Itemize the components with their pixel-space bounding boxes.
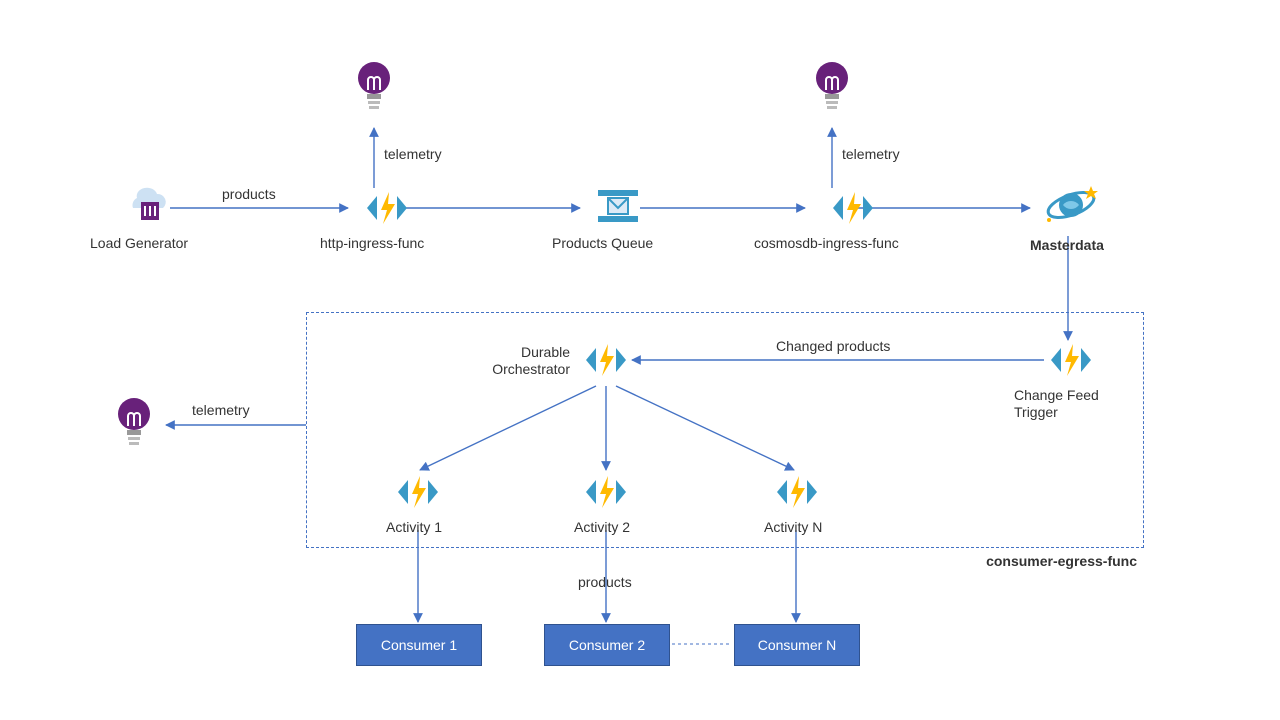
storage-queue-icon <box>594 184 642 228</box>
consumer-1-box: Consumer 1 <box>356 624 482 666</box>
cosmos-ingress-func-label: cosmosdb-ingress-func <box>754 235 899 251</box>
edge-label-changed-products: Changed products <box>776 338 890 354</box>
http-ingress-func-node: http-ingress-func <box>350 188 424 251</box>
consumer-n-box: Consumer N <box>734 624 860 666</box>
load-generator-node: Load Generator <box>110 180 188 251</box>
consumer-1-label: Consumer 1 <box>381 637 457 653</box>
azure-function-icon <box>582 472 630 512</box>
activity-n-label: Activity N <box>764 519 822 535</box>
edge-label-telemetry-left: telemetry <box>192 402 250 418</box>
consumer-2-box: Consumer 2 <box>544 624 670 666</box>
azure-function-icon <box>363 188 411 228</box>
activity-1-node: Activity 1 <box>394 472 442 535</box>
azure-function-icon <box>394 472 442 512</box>
edge-label-products-top: products <box>222 186 276 202</box>
azure-function-icon <box>582 340 630 380</box>
durable-orchestrator-node <box>582 340 630 383</box>
insights-bulb-icon <box>352 60 396 123</box>
activity-2-node: Activity 2 <box>582 472 630 535</box>
load-generator-label: Load Generator <box>90 235 188 251</box>
masterdata-label: Masterdata <box>1030 237 1104 253</box>
products-queue-label: Products Queue <box>552 235 653 251</box>
cosmos-ingress-func-node: cosmosdb-ingress-func <box>808 188 899 251</box>
edge-label-products-bottom: products <box>578 574 632 590</box>
change-feed-trigger-node: Change Feed Trigger <box>1044 340 1099 421</box>
edge-label-telemetry-http: telemetry <box>384 146 442 162</box>
activity-2-label: Activity 2 <box>574 519 630 535</box>
consumer-2-label: Consumer 2 <box>569 637 645 653</box>
durable-orchestrator-label-wrap: Durable Orchestrator <box>460 340 570 378</box>
activity-1-label: Activity 1 <box>386 519 442 535</box>
edge-label-telemetry-cosmos: telemetry <box>842 146 900 162</box>
activity-n-node: Activity N <box>772 472 822 535</box>
azure-function-icon <box>829 188 877 228</box>
azure-function-icon <box>773 472 821 512</box>
insights-bulb-icon <box>810 60 854 123</box>
cosmos-db-icon <box>1041 180 1101 230</box>
masterdata-node: Masterdata <box>1038 180 1104 253</box>
consumer-egress-group-label: consumer-egress-func <box>986 553 1137 569</box>
products-queue-node: Products Queue <box>582 184 653 251</box>
consumer-n-label: Consumer N <box>758 637 837 653</box>
azure-function-icon <box>1047 340 1095 380</box>
change-feed-trigger-label: Change Feed Trigger <box>1014 387 1099 421</box>
load-generator-icon <box>123 180 175 228</box>
durable-orchestrator-label: Durable Orchestrator <box>460 344 570 378</box>
insights-bulb-icon <box>112 396 156 459</box>
http-ingress-func-label: http-ingress-func <box>320 235 424 251</box>
